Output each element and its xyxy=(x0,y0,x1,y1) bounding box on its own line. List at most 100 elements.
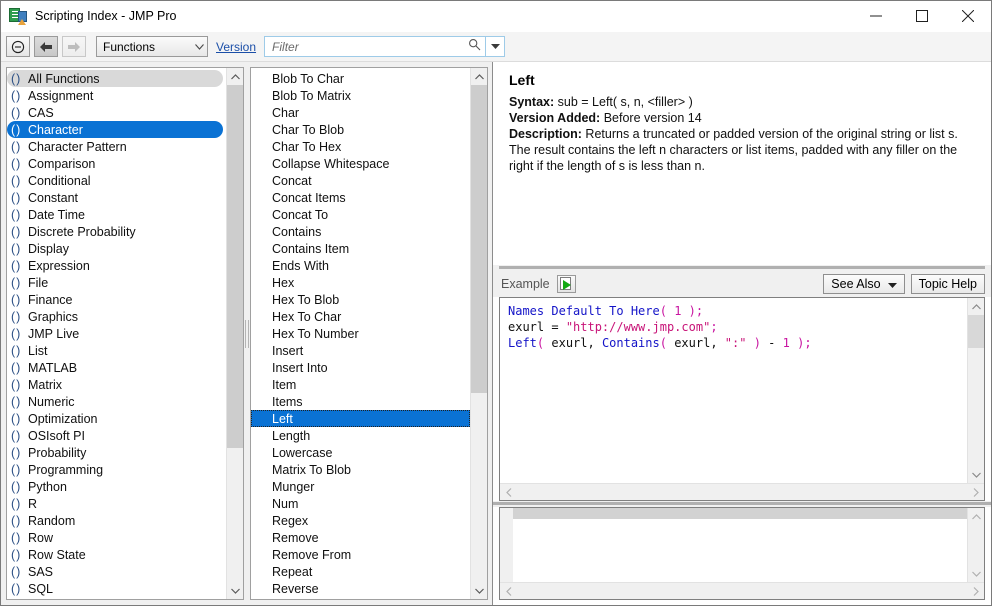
version-link[interactable]: Version xyxy=(216,40,256,54)
scroll-down-icon[interactable] xyxy=(227,582,243,599)
result-vertical-scrollbar[interactable] xyxy=(967,508,984,582)
function-item[interactable]: Blob To Char xyxy=(251,70,470,87)
function-item[interactable]: Concat Items xyxy=(251,189,470,206)
category-item[interactable]: () Probability xyxy=(7,444,226,461)
result-horizontal-scrollbar[interactable] xyxy=(500,582,984,599)
scroll-down-icon[interactable] xyxy=(968,466,984,483)
function-item[interactable]: Remove xyxy=(251,529,470,546)
category-item[interactable]: () Comparison xyxy=(7,155,226,172)
categories-list[interactable]: () All Functions () Assignment () CAS () Charac… xyxy=(7,68,226,599)
function-item[interactable]: Left xyxy=(251,410,470,427)
category-item[interactable]: () Character Pattern xyxy=(7,138,226,155)
function-item[interactable]: Blob To Matrix xyxy=(251,87,470,104)
see-also-button[interactable]: See Also xyxy=(823,274,905,294)
function-item[interactable]: Collapse Whitespace xyxy=(251,155,470,172)
function-item[interactable]: Char xyxy=(251,104,470,121)
function-item[interactable]: Insert Into xyxy=(251,359,470,376)
category-item[interactable]: () Conditional xyxy=(7,172,226,189)
function-item[interactable]: Items xyxy=(251,393,470,410)
functions-list[interactable]: Blob To Char Blob To Matrix Char Char To Bl… xyxy=(251,68,470,599)
scroll-track[interactable] xyxy=(968,315,984,466)
back-arrow-icon[interactable] xyxy=(34,36,58,57)
category-item[interactable]: () Character xyxy=(7,121,223,138)
category-item[interactable]: () MATLAB xyxy=(7,359,226,376)
category-type-select[interactable]: Functions xyxy=(96,36,208,57)
category-item[interactable]: () List xyxy=(7,342,226,359)
function-item[interactable]: Remove From xyxy=(251,546,470,563)
category-item[interactable]: () All Functions xyxy=(7,70,223,87)
category-item[interactable]: () Row State xyxy=(7,546,226,563)
scroll-right-icon[interactable] xyxy=(967,487,984,497)
category-item[interactable]: () Constant xyxy=(7,189,226,206)
example-result-output[interactable] xyxy=(500,508,967,582)
filter-box[interactable] xyxy=(264,36,487,57)
category-item[interactable]: () Programming xyxy=(7,461,226,478)
filter-dropdown-button[interactable] xyxy=(486,36,506,57)
function-item[interactable]: Ends With xyxy=(251,257,470,274)
function-item[interactable]: Length xyxy=(251,427,470,444)
function-item[interactable]: Contains Item xyxy=(251,240,470,257)
function-item[interactable]: Num xyxy=(251,495,470,512)
category-item[interactable]: () File xyxy=(7,274,226,291)
scroll-thumb[interactable] xyxy=(968,315,984,349)
function-item[interactable]: Char To Hex xyxy=(251,138,470,155)
category-item[interactable]: () Expression xyxy=(7,257,226,274)
function-item[interactable]: Repeat xyxy=(251,563,470,580)
category-item[interactable]: () Matrix xyxy=(7,376,226,393)
scroll-up-icon[interactable] xyxy=(227,68,243,85)
scroll-down-icon[interactable] xyxy=(968,565,984,582)
scroll-thumb[interactable] xyxy=(227,85,243,448)
close-button[interactable] xyxy=(945,1,991,31)
function-item[interactable]: Concat To xyxy=(251,206,470,223)
scroll-up-icon[interactable] xyxy=(968,508,984,525)
topic-help-button[interactable]: Topic Help xyxy=(910,274,985,294)
function-item[interactable]: Regex xyxy=(251,512,470,529)
function-item[interactable]: Lowercase xyxy=(251,444,470,461)
category-item[interactable]: () Python xyxy=(7,478,226,495)
category-item[interactable]: () Numeric xyxy=(7,393,226,410)
run-script-icon[interactable] xyxy=(556,275,576,293)
category-item[interactable]: () Random xyxy=(7,512,226,529)
function-item[interactable]: Item xyxy=(251,376,470,393)
function-item[interactable]: Reverse xyxy=(251,580,470,597)
result-splitter[interactable] xyxy=(493,501,991,507)
function-item[interactable]: Munger xyxy=(251,478,470,495)
minimize-button[interactable] xyxy=(853,1,899,31)
filter-input[interactable] xyxy=(272,39,469,54)
function-item[interactable]: Hex xyxy=(251,274,470,291)
scroll-right-icon[interactable] xyxy=(967,586,984,596)
scroll-thumb[interactable] xyxy=(471,85,487,394)
function-item[interactable]: Insert xyxy=(251,342,470,359)
function-item[interactable]: Hex To Blob xyxy=(251,291,470,308)
category-item[interactable]: () Graphics xyxy=(7,308,226,325)
function-item[interactable]: Concat xyxy=(251,172,470,189)
scroll-up-icon[interactable] xyxy=(471,68,487,85)
category-item[interactable]: () OSIsoft PI xyxy=(7,427,226,444)
category-item[interactable]: () Assignment xyxy=(7,87,226,104)
code-vertical-scrollbar[interactable] xyxy=(967,298,984,483)
scroll-up-icon[interactable] xyxy=(968,298,984,315)
functions-scrollbar[interactable] xyxy=(470,68,487,599)
forward-arrow-icon[interactable] xyxy=(62,36,86,57)
scroll-down-icon[interactable] xyxy=(471,582,487,599)
category-item[interactable]: () JMP Live xyxy=(7,325,226,342)
code-horizontal-scrollbar[interactable] xyxy=(500,483,984,500)
category-item[interactable]: () Date Time xyxy=(7,206,226,223)
circle-minus-icon[interactable] xyxy=(6,36,30,57)
scroll-track[interactable] xyxy=(227,85,243,582)
category-item[interactable]: () SAS xyxy=(7,563,226,580)
function-item[interactable]: Char To Blob xyxy=(251,121,470,138)
category-item[interactable]: () Row xyxy=(7,529,226,546)
category-item[interactable]: () Display xyxy=(7,240,226,257)
category-item[interactable]: () Optimization xyxy=(7,410,226,427)
scroll-track[interactable] xyxy=(968,525,984,565)
categories-scrollbar[interactable] xyxy=(226,68,243,599)
function-item[interactable]: Hex To Char xyxy=(251,308,470,325)
maximize-button[interactable] xyxy=(899,1,945,31)
function-item[interactable]: Matrix To Blob xyxy=(251,461,470,478)
example-code-editor[interactable]: Names Default To Here( 1 ); exurl = "http… xyxy=(500,298,967,483)
category-item[interactable]: () CAS xyxy=(7,104,226,121)
category-item[interactable]: () Finance xyxy=(7,291,226,308)
function-item[interactable]: Hex To Number xyxy=(251,325,470,342)
scroll-left-icon[interactable] xyxy=(500,487,517,497)
